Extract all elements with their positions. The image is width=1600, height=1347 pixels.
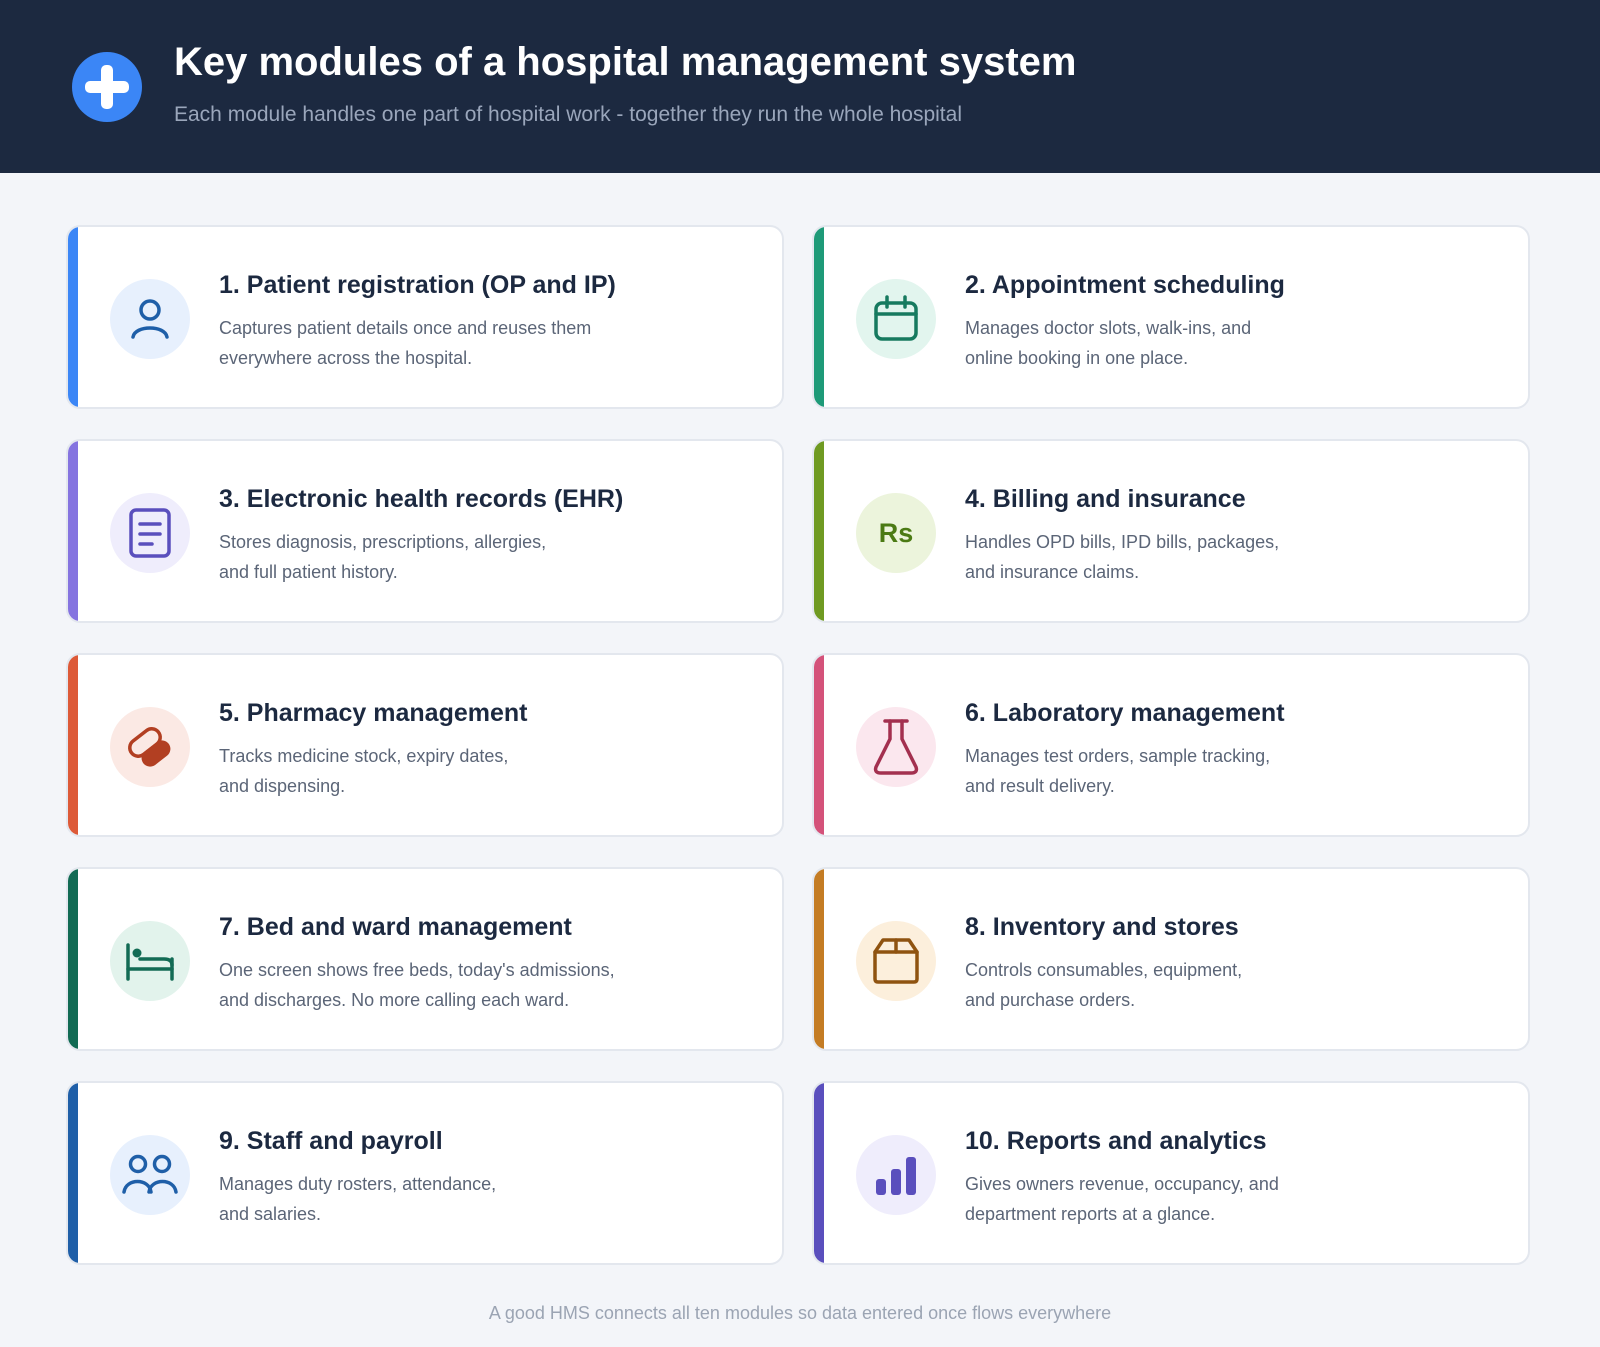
module-card-inventory: 8. Inventory and stores Controls consuma… (812, 867, 1530, 1051)
person-icon (110, 279, 190, 359)
module-title: 10. Reports and analytics (965, 1127, 1267, 1155)
module-description: Stores diagnosis, prescriptions, allergi… (219, 532, 547, 582)
bar-chart-icon (856, 1135, 936, 1215)
module-card-patient-registration: 1. Patient registration (OP and IP) Capt… (66, 225, 784, 409)
module-card-appointment-scheduling: 2. Appointment scheduling Manages doctor… (812, 225, 1530, 409)
card-accent-bar (68, 869, 78, 1049)
box-icon (856, 921, 936, 1001)
module-description: Gives owners revenue, occupancy, and depa… (965, 1174, 1279, 1224)
module-title: 8. Inventory and stores (965, 913, 1239, 941)
module-card-staff-payroll: 9. Staff and payroll Manages duty roster… (66, 1081, 784, 1265)
module-card-ehr: 3. Electronic health records (EHR) Store… (66, 439, 784, 623)
module-title: 3. Electronic health records (EHR) (219, 485, 624, 513)
module-description: Tracks medicine stock, expiry dates, and … (219, 746, 509, 796)
card-accent-bar (814, 869, 824, 1049)
card-accent-bar (68, 441, 78, 621)
module-description: One screen shows free beds, today's admi… (219, 960, 615, 1010)
module-title: 4. Billing and insurance (965, 485, 1246, 513)
calendar-icon (856, 279, 936, 359)
card-accent-bar (814, 227, 824, 407)
flask-icon (856, 707, 936, 787)
page-title: Key modules of a hospital management sys… (174, 40, 1077, 84)
module-description: Manages doctor slots, walk-ins, and onlin… (965, 318, 1252, 368)
module-card-laboratory: 6. Laboratory management Manages test or… (812, 653, 1530, 837)
module-description: Manages test orders, sample tracking, and… (965, 746, 1271, 796)
page-subtitle: Each module handles one part of hospital… (174, 103, 962, 126)
card-accent-bar (68, 655, 78, 835)
module-title: 9. Staff and payroll (219, 1127, 443, 1155)
card-accent-bar (68, 227, 78, 407)
footer-note: A good HMS connects all ten modules so d… (488, 1303, 1112, 1323)
card-accent-bar (814, 441, 824, 621)
card-accent-bar (814, 655, 824, 835)
module-title: 5. Pharmacy management (219, 699, 528, 727)
module-description: Controls consumables, equipment, and purc… (965, 960, 1243, 1010)
module-card-billing: Rs 4. Billing and insurance Handles OPD … (812, 439, 1530, 623)
module-description: Manages duty rosters, attendance, and sal… (219, 1174, 497, 1224)
module-title: 1. Patient registration (OP and IP) (219, 271, 616, 299)
pill-icon (110, 707, 190, 787)
module-card-pharmacy: 5. Pharmacy management Tracks medicine s… (66, 653, 784, 837)
card-accent-bar (814, 1083, 824, 1263)
module-description: Captures patient details once and reuses… (219, 318, 592, 368)
module-card-reports: 10. Reports and analytics Gives owners r… (812, 1081, 1530, 1265)
module-title: 7. Bed and ward management (219, 913, 572, 941)
card-accent-bar (68, 1083, 78, 1263)
header: Key modules of a hospital management sys… (0, 0, 1600, 173)
document-icon (110, 493, 190, 573)
bed-icon (110, 921, 190, 1001)
module-description: Handles OPD bills, IPD bills, packages, a… (965, 532, 1280, 582)
module-card-bed-ward: 7. Bed and ward management One screen sh… (66, 867, 784, 1051)
rupee-icon: Rs (856, 493, 936, 573)
plus-icon (72, 52, 142, 122)
module-title: 6. Laboratory management (965, 699, 1285, 727)
people-icon (110, 1135, 190, 1215)
module-title: 2. Appointment scheduling (965, 271, 1285, 299)
